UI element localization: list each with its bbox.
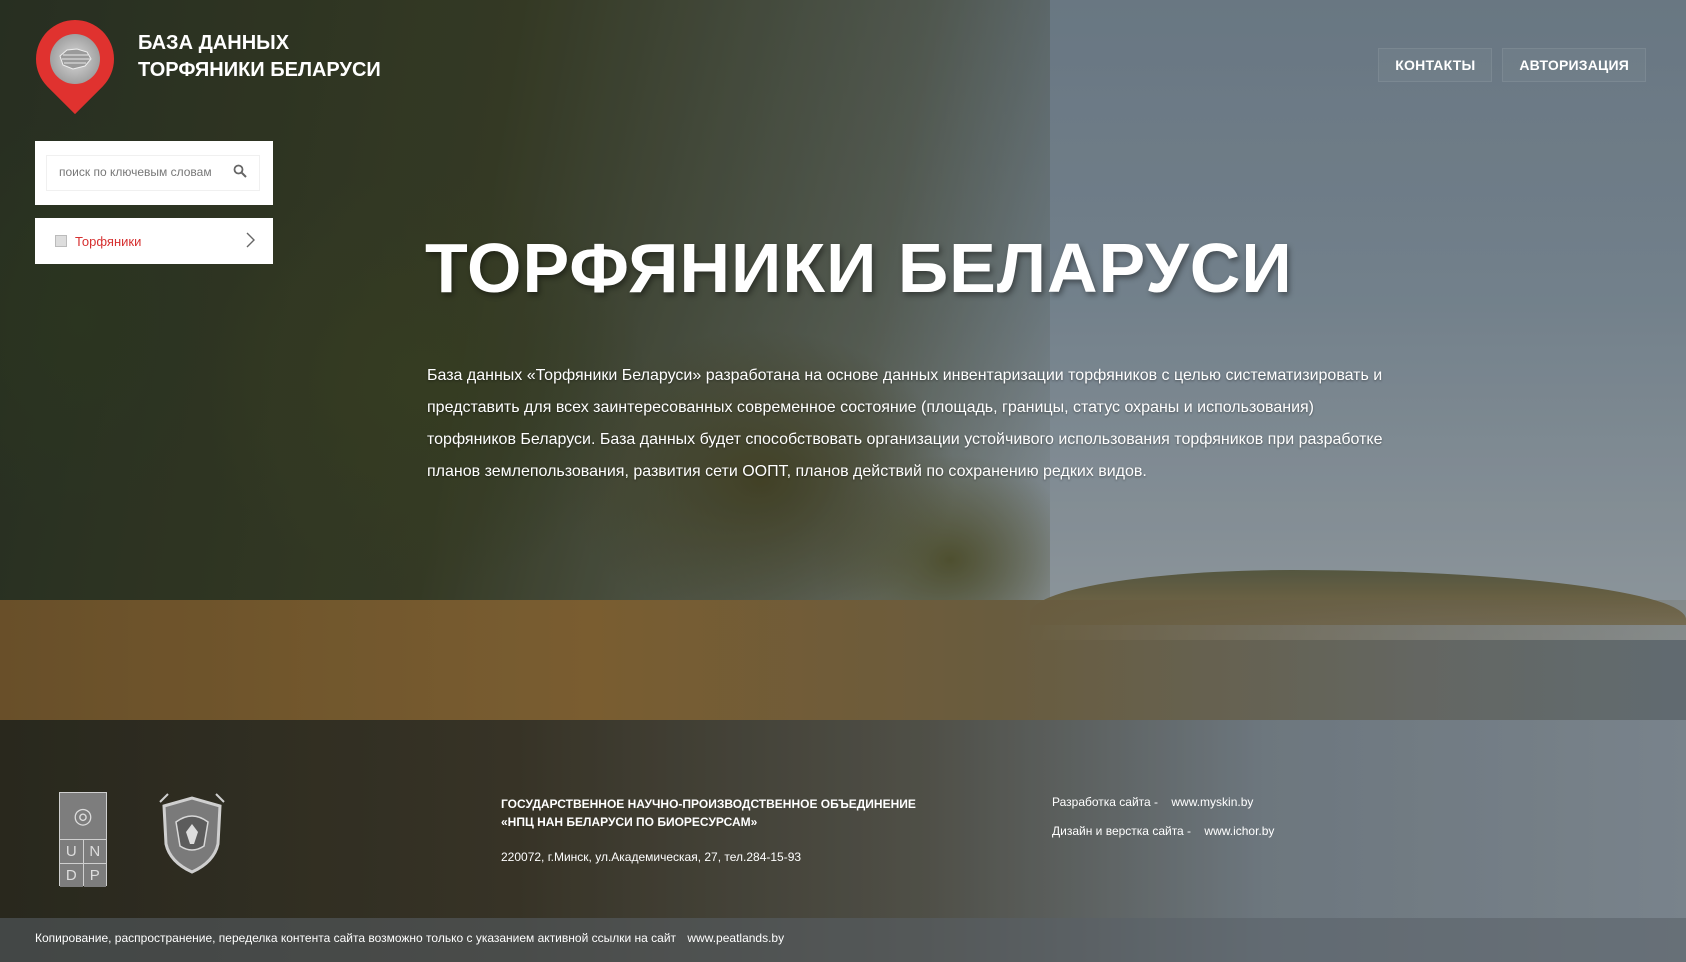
organization-name: ГОСУДАРСТВЕННОЕ НАУЧНО-ПРОИЗВОДСТВЕННОЕ … — [501, 795, 916, 831]
organization-line1: ГОСУДАРСТВЕННОЕ НАУЧНО-ПРОИЗВОДСТВЕННОЕ … — [501, 797, 916, 811]
undp-letter: P — [83, 864, 106, 887]
search-field-wrapper — [47, 156, 259, 190]
login-link[interactable]: АВТОРИЗАЦИЯ — [1502, 48, 1646, 82]
belarus-map-icon — [50, 34, 100, 84]
grid-icon — [55, 235, 67, 247]
search-input[interactable] — [57, 164, 221, 180]
sidebar-item-label: Торфяники — [75, 233, 142, 249]
contacts-link[interactable]: КОНТАКТЫ — [1378, 48, 1493, 82]
copyright-notice: Копирование, распространение, переделка … — [35, 931, 784, 945]
hero-title: ТОРФЯНИКИ БЕЛАРУСИ — [425, 229, 1293, 307]
design-label: Дизайн и верстка сайта - — [1052, 824, 1192, 838]
top-nav: КОНТАКТЫ АВТОРИЗАЦИЯ — [1378, 48, 1646, 82]
site-credits: Разработка сайта - www.myskin.by Дизайн … — [1052, 795, 1274, 853]
chevron-right-icon — [245, 232, 255, 248]
developer-credit: Разработка сайта - www.myskin.by — [1052, 795, 1274, 809]
site-title[interactable]: БАЗА ДАННЫХ ТОРФЯНИКИ БЕЛАРУСИ — [138, 30, 381, 84]
site-title-line2: ТОРФЯНИКИ БЕЛАРУСИ — [138, 59, 381, 81]
site-title-line1: БАЗА ДАННЫХ — [138, 32, 290, 54]
undp-letter: U — [60, 840, 83, 863]
search-panel — [35, 141, 273, 205]
undp-letter: N — [83, 840, 106, 863]
undp-letter: D — [60, 864, 83, 887]
undp-logo[interactable]: ◎ U N D P — [59, 792, 107, 887]
un-emblem-icon: ◎ — [60, 793, 106, 839]
developer-label: Разработка сайта - — [1052, 795, 1159, 809]
design-link[interactable]: www.ichor.by — [1204, 824, 1274, 838]
hero-description: База данных «Торфяники Беларуси» разрабо… — [427, 367, 1383, 480]
bioresources-emblem-icon[interactable] — [156, 792, 228, 876]
search-icon[interactable] — [233, 164, 249, 180]
design-credit: Дизайн и верстка сайта - www.ichor.by — [1052, 824, 1274, 838]
organization-line2: «НПЦ НАН БЕЛАРУСИ ПО БИОРЕСУРСАМ» — [501, 815, 758, 829]
site-logo[interactable] — [19, 3, 131, 115]
organization-address: 220072, г.Минск, ул.Академическая, 27, т… — [501, 850, 802, 864]
copyright-link[interactable]: www.peatlands.by — [687, 931, 784, 945]
sidebar-item-peatlands[interactable]: Торфяники — [35, 218, 273, 264]
copyright-text: Копирование, распространение, переделка … — [35, 931, 677, 945]
developer-link[interactable]: www.myskin.by — [1171, 795, 1253, 809]
